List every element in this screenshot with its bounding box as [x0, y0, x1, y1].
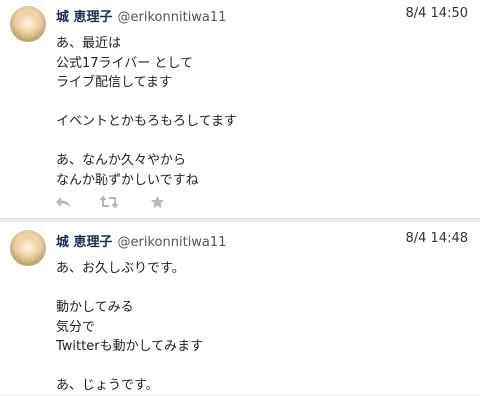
star-icon[interactable] [148, 194, 166, 210]
tweet-line: イベントとかもろもろしてます [56, 114, 237, 129]
retweet-icon[interactable] [100, 194, 118, 210]
avatar[interactable] [10, 230, 46, 266]
tweet-header: 城 恵理子 @erikonnitiwa11 [56, 6, 227, 25]
tweet-line: なんか恥ずかしいですね [56, 172, 199, 188]
tweet-line: あ、お久しぶりです。 [56, 261, 185, 276]
tweet-line: あ、最近は [56, 36, 122, 51]
user-handle[interactable]: @erikonnitiwa11 [118, 10, 227, 25]
tweet-line [56, 357, 203, 377]
tweet-text: あ、最近は 公式17ライバー として ライブ配信してます イベントとかもろもろし… [56, 34, 237, 190]
tweet-line: 動かしてみる [56, 300, 134, 315]
tweet[interactable]: 城 恵理子 @erikonnitiwa11 8/4 14:50 あ、最近は 公式1… [0, 0, 480, 219]
user-name[interactable]: 城 恵理子 [56, 10, 113, 25]
tweet-line: あ、なんか久々やから [56, 153, 187, 168]
user-name[interactable]: 城 恵理子 [56, 235, 113, 250]
tweet-line: 気分で [56, 319, 96, 335]
tweet-line: Twitterも動かしてみます [56, 339, 204, 354]
reply-icon[interactable] [54, 194, 72, 210]
tweet-header: 城 恵理子 @erikonnitiwa11 [56, 231, 227, 250]
tweet-line [56, 132, 237, 152]
tweet-line [56, 279, 203, 299]
timestamp[interactable]: 8/4 14:50 [405, 6, 468, 21]
tweet-line: あ、じょうです。 [56, 378, 159, 393]
tweet[interactable]: 城 恵理子 @erikonnitiwa11 8/4 14:48 あ、お久しぶりです… [0, 222, 480, 395]
user-handle[interactable]: @erikonnitiwa11 [118, 235, 227, 250]
tweet-line: 公式17ライバー として [56, 55, 194, 71]
tweet-text: あ、お久しぶりです。 動かしてみる 気分で Twitterも動かしてみます あ、… [56, 259, 203, 396]
tweet-line: ライブ配信してます [56, 75, 172, 90]
avatar[interactable] [10, 6, 46, 42]
timestamp[interactable]: 8/4 14:48 [405, 231, 468, 246]
tweet-line [56, 93, 237, 113]
